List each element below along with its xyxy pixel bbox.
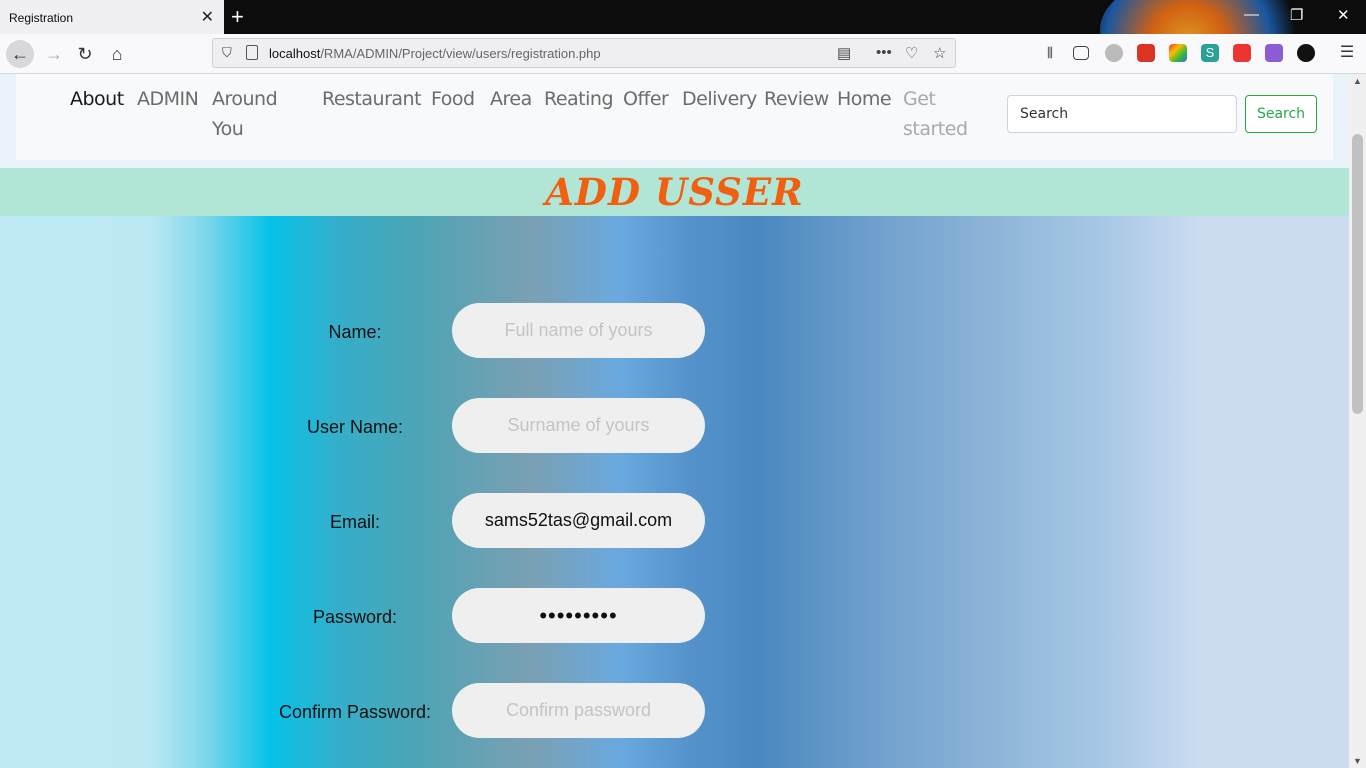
url-path: /RMA/ADMIN/Project/view/users/registrati… [320,46,601,61]
nav-link-reating[interactable]: Reating [544,84,614,114]
nav-link-offer[interactable]: Offer [623,84,669,114]
name-label: Name: [328,322,382,342]
extension-clock-icon[interactable] [1297,44,1315,62]
extension-video-icon[interactable] [1233,44,1251,62]
password-field[interactable] [452,588,705,643]
nav-link-home[interactable]: Home [837,84,892,114]
site-navbar: About ADMIN Around You Restaurant Food A… [16,74,1333,160]
account-icon[interactable] [1105,44,1123,62]
nav-link-restaurant[interactable]: Restaurant [322,84,422,114]
extension-red-icon[interactable] [1137,44,1155,62]
more-actions-icon[interactable]: ••• [876,44,892,61]
title-band: ADD USSER [0,168,1349,216]
nav-link-get-started[interactable]: Get started [903,84,973,144]
confirm-password-label: Confirm Password: [278,702,432,722]
forward-icon[interactable]: → [40,40,68,68]
email-field[interactable] [452,493,705,548]
page-viewport: About ADMIN Around You Restaurant Food A… [0,74,1349,768]
page-scrollbar[interactable]: ▲ ▼ [1349,74,1366,768]
browser-tab-bar: Registration ✕ + — ❐ ✕ [0,0,1366,34]
pocket-icon[interactable]: ♡ [905,44,918,62]
scroll-down-icon[interactable]: ▼ [1353,756,1362,766]
nav-link-about[interactable]: About [70,84,124,114]
home-icon[interactable]: ⌂ [103,40,131,68]
extension-s-icon[interactable]: S [1201,44,1219,62]
registration-form: Name: User Name: Email: Password: Confir… [0,216,1349,768]
nav-link-area[interactable]: Area [490,84,532,114]
bookmark-star-icon[interactable]: ☆ [933,44,946,62]
nav-link-review[interactable]: Review [764,84,829,114]
scroll-thumb[interactable] [1352,134,1363,414]
close-tab-icon[interactable]: ✕ [201,7,214,27]
nav-link-around-you[interactable]: Around You [212,84,292,144]
search-input[interactable] [1007,95,1237,133]
nav-link-food[interactable]: Food [431,84,475,114]
address-bar[interactable]: ⛉ localhost/RMA/ADMIN/Project/view/users… [212,38,956,68]
extension-color-icon[interactable] [1169,44,1187,62]
sidebar-icon[interactable] [1073,46,1089,60]
close-window-icon[interactable]: ✕ [1337,6,1350,24]
browser-tab[interactable]: Registration ✕ [0,0,224,34]
tab-title: Registration [9,11,74,25]
back-icon[interactable]: ← [6,40,34,68]
password-label: Password: [312,607,398,627]
confirm-password-field[interactable] [452,683,705,738]
browser-toolbar: ← → ↻ ⌂ ⛉ localhost/RMA/ADMIN/Project/vi… [0,34,1366,74]
username-field[interactable] [452,398,705,453]
reader-view-icon[interactable]: ▤ [837,44,851,62]
email-label: Email: [329,512,380,532]
search-button[interactable]: Search [1245,95,1317,133]
minimize-icon[interactable]: — [1244,6,1259,23]
page-title: ADD USSER [545,170,804,214]
library-icon[interactable]: ⫼ [1041,44,1059,62]
extension-purple-icon[interactable] [1265,44,1283,62]
restore-icon[interactable]: ❐ [1290,6,1303,24]
menu-icon[interactable]: ☰ [1338,44,1356,62]
shield-icon[interactable]: ⛉ [222,45,232,61]
new-tab-icon[interactable]: + [231,4,244,30]
url-host: localhost [269,46,321,61]
name-field[interactable] [452,303,705,358]
username-label: User Name: [306,417,404,437]
scroll-up-icon[interactable]: ▲ [1353,76,1362,86]
reload-icon[interactable]: ↻ [71,40,99,68]
browser-theme-artwork [1100,0,1320,34]
nav-link-admin[interactable]: ADMIN [137,84,199,114]
page-info-icon[interactable] [246,45,258,60]
url-text[interactable]: localhost/RMA/ADMIN/Project/view/users/r… [269,46,601,61]
nav-link-delivery[interactable]: Delivery [682,84,757,114]
